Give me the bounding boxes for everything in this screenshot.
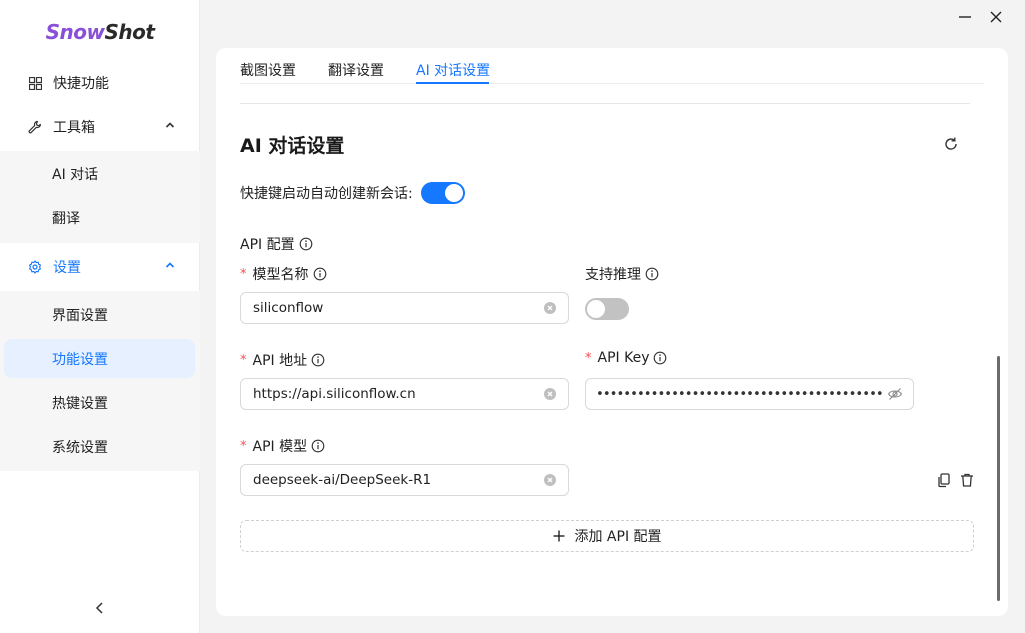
plus-icon	[553, 530, 565, 542]
sidebar-item-label: 系统设置	[52, 440, 108, 456]
grid-icon	[28, 76, 42, 90]
required-asterisk: *	[240, 438, 247, 454]
info-icon[interactable]	[645, 267, 659, 281]
settings-card: 截图设置 翻译设置 AI 对话设置 AI 对话设置 快捷键启动自动创建新会话: …	[216, 48, 1008, 616]
auto-new-session-switch[interactable]	[421, 182, 465, 204]
chevron-up-icon	[165, 262, 175, 268]
api-model-label: * API 模型	[240, 436, 325, 456]
scrollbar-thumb[interactable]	[997, 356, 1000, 601]
tab-screenshot-settings[interactable]: 截图设置	[240, 60, 296, 80]
info-icon[interactable]	[311, 439, 325, 453]
delete-icon[interactable]	[959, 472, 975, 488]
sidebar-item-label: 界面设置	[52, 308, 108, 324]
api-model-input-wrapper	[240, 464, 569, 496]
api-key-input[interactable]: ••••••••••••••••••••••••••••••••••••••••…	[596, 387, 883, 402]
tab-active-indicator	[416, 82, 489, 84]
model-name-text: 模型名称	[252, 267, 309, 283]
tab-translate-settings[interactable]: 翻译设置	[328, 60, 384, 80]
api-model-input[interactable]	[253, 472, 544, 488]
section-title: AI 对话设置	[240, 135, 345, 157]
sidebar-item-label: 设置	[53, 260, 81, 276]
clear-icon[interactable]	[544, 302, 556, 314]
api-model-text: API 模型	[252, 439, 308, 455]
api-key-text: API Key	[597, 350, 650, 366]
api-key-input-wrapper: ••••••••••••••••••••••••••••••••••••••••…	[585, 378, 914, 410]
chevron-up-icon	[165, 122, 175, 128]
wrench-icon	[28, 120, 42, 134]
required-asterisk: *	[240, 266, 247, 282]
api-config-text: API 配置	[240, 237, 295, 253]
clear-icon[interactable]	[544, 474, 556, 486]
info-icon[interactable]	[311, 353, 325, 367]
auto-new-session-label: 快捷键启动自动创建新会话:	[240, 186, 413, 202]
sidebar-item-label: 翻译	[52, 211, 80, 227]
divider	[240, 103, 970, 104]
model-name-input[interactable]	[253, 300, 544, 316]
eye-invisible-icon[interactable]	[887, 386, 903, 402]
copy-icon[interactable]	[936, 472, 952, 488]
logo-part-1: Snow	[45, 20, 105, 44]
reset-icon[interactable]	[942, 135, 960, 153]
switch-knob	[587, 300, 605, 318]
logo-part-2: Shot	[104, 20, 155, 44]
api-url-label: * API 地址	[240, 350, 325, 370]
switch-knob	[445, 184, 463, 202]
required-asterisk: *	[240, 352, 247, 368]
sidebar: SnowShot 快捷功能 工具箱 AI 对话 翻译 设置 界面设置 功能设置 …	[0, 0, 200, 633]
sidebar-item-ai-chat[interactable]: AI 对话	[0, 152, 200, 196]
gear-icon	[28, 260, 42, 274]
clear-icon[interactable]	[544, 388, 556, 400]
api-url-input[interactable]	[253, 386, 544, 402]
api-url-text: API 地址	[252, 353, 308, 369]
add-api-config-button[interactable]: 添加 API 配置	[240, 520, 974, 552]
sidebar-item-function-settings[interactable]: 功能设置	[4, 339, 195, 378]
sidebar-item-quick-functions[interactable]: 快捷功能	[0, 61, 200, 105]
sidebar-item-label: 快捷功能	[53, 76, 109, 92]
sidebar-item-settings[interactable]: 设置	[0, 245, 200, 289]
api-config-label: API 配置	[240, 234, 313, 254]
reasoning-label: 支持推理	[585, 264, 659, 284]
sidebar-item-label: 功能设置	[52, 351, 108, 368]
sidebar-item-label: 热键设置	[52, 396, 108, 412]
sidebar-item-hotkey-settings[interactable]: 热键设置	[0, 381, 200, 425]
tab-ai-chat-settings[interactable]: AI 对话设置	[416, 60, 490, 80]
tab-bar: 截图设置 翻译设置 AI 对话设置	[240, 48, 984, 84]
toolbox-submenu: AI 对话 翻译	[0, 151, 200, 243]
close-icon[interactable]	[987, 8, 1005, 26]
sidebar-item-toolbox[interactable]: 工具箱	[0, 105, 200, 149]
reasoning-switch[interactable]	[585, 298, 629, 320]
sidebar-item-system-settings[interactable]: 系统设置	[0, 425, 200, 469]
settings-submenu: 界面设置 功能设置 热键设置 系统设置	[0, 291, 200, 471]
info-icon[interactable]	[653, 351, 667, 365]
minimize-icon[interactable]	[956, 8, 974, 26]
sidebar-item-ui-settings[interactable]: 界面设置	[0, 293, 200, 337]
required-asterisk: *	[585, 350, 592, 366]
info-icon[interactable]	[299, 237, 313, 251]
chevron-left-icon[interactable]	[92, 600, 108, 616]
add-api-config-label: 添加 API 配置	[574, 529, 662, 545]
info-icon[interactable]	[313, 267, 327, 281]
app-logo: SnowShot	[0, 20, 200, 44]
sidebar-item-label: AI 对话	[52, 167, 99, 183]
sidebar-item-translate[interactable]: 翻译	[0, 196, 200, 240]
model-name-label: * 模型名称	[240, 264, 327, 284]
api-key-label: * API Key	[585, 350, 667, 366]
api-url-input-wrapper	[240, 378, 569, 410]
model-name-input-wrapper	[240, 292, 569, 324]
sidebar-item-label: 工具箱	[53, 120, 95, 136]
reasoning-text: 支持推理	[585, 267, 641, 283]
